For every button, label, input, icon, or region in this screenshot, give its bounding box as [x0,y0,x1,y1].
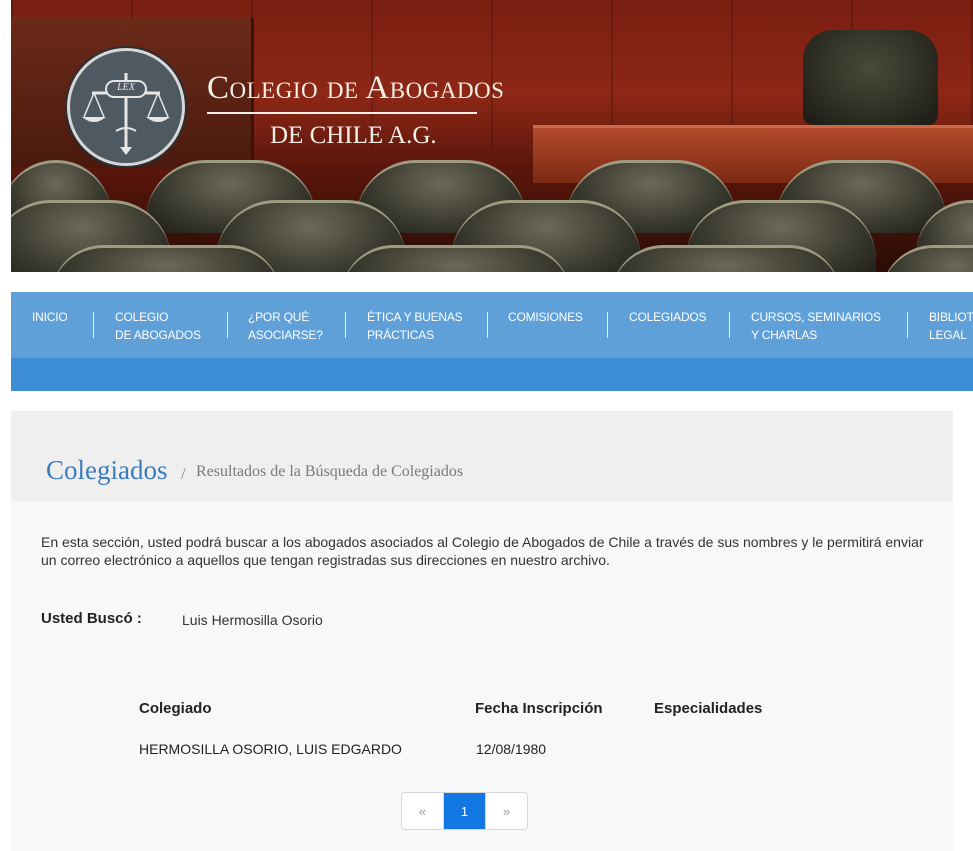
intro-text: En esta sección, usted podrá buscar a lo… [41,534,924,568]
column-header-fecha: Fecha Inscripción [475,700,603,717]
site-title[interactable]: Colegio de Abogados [207,70,504,107]
site-subtitle: DE CHILE A.G. [270,122,437,149]
nav-divider [607,312,608,338]
pagination-page-1[interactable]: 1 [443,793,485,829]
judge-chair [803,30,938,125]
nav-item-por-que-asociarse[interactable]: ¿POR QUÉ ASOCIARSE? [248,308,323,344]
nav-divider [907,312,908,338]
pagination-next-button[interactable]: » [485,793,527,829]
scales-icon [82,73,170,155]
nav-item-etica[interactable]: ÉTICA Y BUENAS PRÁCTICAS [367,308,463,344]
nav-item-colegio[interactable]: COLEGIO DE ABOGADOS [115,308,201,344]
nav-divider [227,312,228,338]
result-name-link[interactable]: HERMOSILLA OSORIO, LUIS EDGARDO [139,741,402,757]
search-label: Usted Buscó : [41,610,142,627]
subnav-bar [11,358,973,391]
column-header-especialidades: Especialidades [654,700,763,717]
nav-item-inicio[interactable]: INICIO [32,308,68,326]
pagination: « 1 » [401,792,528,830]
nav-item-colegiados[interactable]: COLEGIADOS [629,308,707,326]
seat [881,245,973,272]
scales-of-justice-logo-icon[interactable]: LEX [67,48,185,166]
seat [51,245,281,272]
main-nav: INICIO COLEGIO DE ABOGADOS ¿POR QUÉ ASOC… [11,292,973,358]
column-header-colegiado: Colegiado [139,700,212,717]
seat [611,245,841,272]
nav-divider [93,312,94,338]
page-title[interactable]: Colegiados [46,455,168,486]
breadcrumb: Resultados de la Búsqueda de Colegiados [196,463,464,480]
search-query: Luis Hermosilla Osorio [182,612,323,628]
breadcrumb-separator: / [181,464,186,483]
emblem-text: LEX [117,82,135,93]
title-divider [207,112,477,114]
main-content: Colegiados / Resultados de la Búsqueda d… [11,411,953,851]
seat [341,245,571,272]
nav-divider [729,312,730,338]
nav-item-cursos[interactable]: CURSOS, SEMINARIOS Y CHARLAS [751,308,881,344]
title-bar: Colegiados / Resultados de la Búsqueda d… [11,411,953,501]
pagination-prev-button[interactable]: « [402,793,443,829]
nav-item-comisiones[interactable]: COMISIONES [508,308,583,326]
result-date: 12/08/1980 [476,741,547,757]
nav-divider [487,312,488,338]
nav-item-biblioteca[interactable]: BIBLIOT LEGAL [929,308,973,344]
nav-divider [345,312,346,338]
